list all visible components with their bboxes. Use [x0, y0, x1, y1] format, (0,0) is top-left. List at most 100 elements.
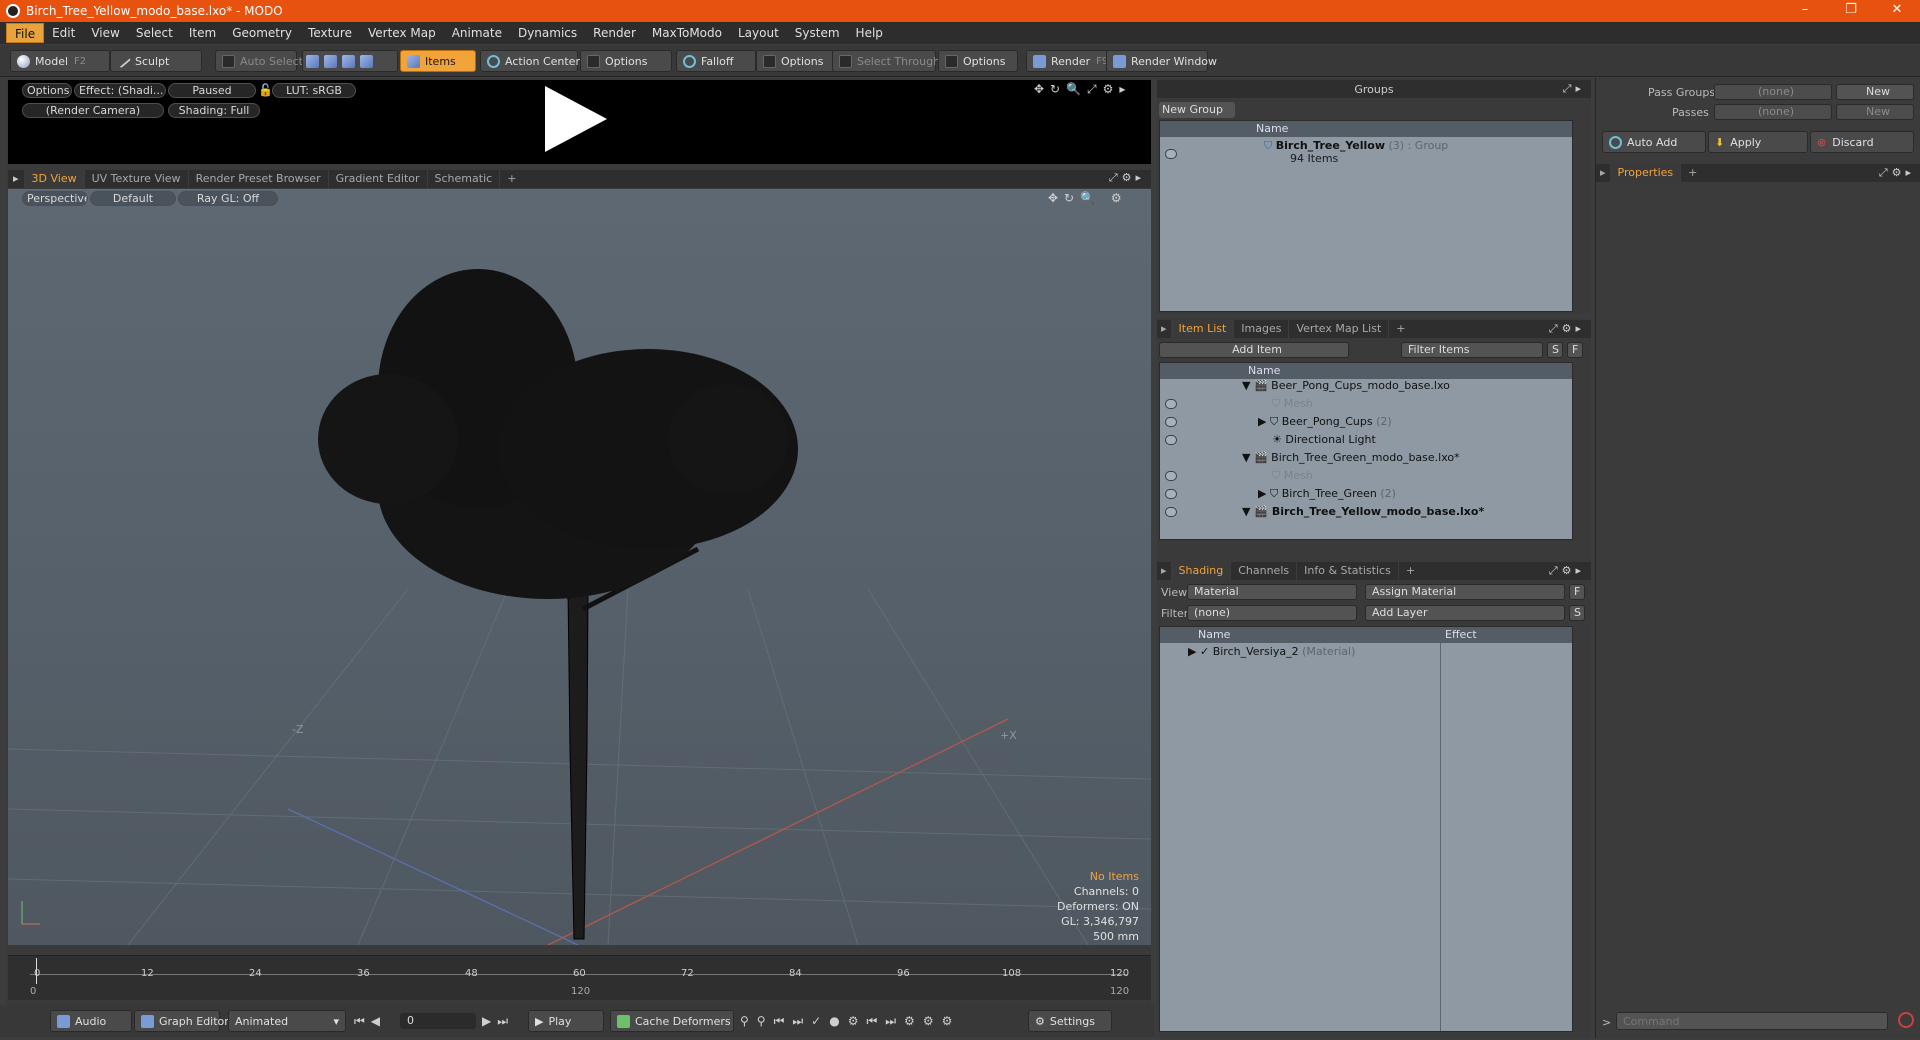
shading-f-button[interactable]: F: [1569, 584, 1585, 600]
menu-texture[interactable]: Texture: [300, 23, 360, 43]
menu-edit[interactable]: Edit: [44, 23, 83, 43]
add-item-dropdown[interactable]: Add Item: [1159, 342, 1349, 358]
menu-vertex-map[interactable]: Vertex Map: [360, 23, 444, 43]
item-row-scene[interactable]: ▼ 🎬 Birch_Tree_Green_modo_base.lxo*: [1242, 451, 1460, 469]
menu-dynamics[interactable]: Dynamics: [510, 23, 585, 43]
item-row-light[interactable]: ☀ Directional Light: [1272, 433, 1376, 451]
preview-options-button[interactable]: Options: [22, 83, 72, 98]
add-layer-dropdown[interactable]: Add Layer: [1365, 605, 1565, 621]
new-pass-group-button[interactable]: New: [1836, 84, 1914, 100]
itemlist-options-icons[interactable]: ⤢⚙▸: [1549, 322, 1585, 336]
menu-file[interactable]: File: [6, 23, 45, 43]
apply-button[interactable]: ⬇ Apply: [1708, 131, 1808, 153]
perspective-dropdown[interactable]: Perspective: [22, 191, 88, 206]
filter-items-field[interactable]: Filter Items: [1401, 342, 1543, 358]
close-button[interactable]: ✕: [1874, 0, 1920, 22]
groups-options-icons[interactable]: ⤢▸: [1563, 82, 1585, 96]
groups-list[interactable]: Name ⛉ Birch_Tree_Yellow (3) : Group 94 …: [1159, 120, 1573, 312]
animated-dropdown[interactable]: Animated ▾: [228, 1010, 346, 1032]
auto-select-button[interactable]: Auto Select: [215, 50, 303, 72]
action-center-options-button[interactable]: Options: [580, 50, 672, 72]
action-center-button[interactable]: Action Center: [480, 50, 580, 72]
material-row[interactable]: ▶ ✓ Birch_Versiya_2 (Material): [1188, 645, 1355, 663]
item-visibility-eye-icon[interactable]: [1165, 507, 1177, 517]
pass-groups-dropdown[interactable]: (none): [1714, 84, 1832, 100]
pane-options-icons[interactable]: ⤢⚙▸: [1109, 171, 1145, 185]
item-visibility-eye-icon[interactable]: [1165, 489, 1177, 499]
filter-dropdown[interactable]: (none): [1187, 605, 1357, 621]
add-tab-button[interactable]: +: [1681, 164, 1704, 182]
item-f-button[interactable]: F: [1567, 342, 1583, 358]
tab-info-statistics[interactable]: Info & Statistics: [1297, 562, 1399, 580]
restore-button[interactable]: ❐: [1828, 0, 1874, 22]
add-tab-button[interactable]: +: [500, 170, 523, 188]
tab-3d-view[interactable]: 3D View: [24, 170, 85, 188]
play-button[interactable]: ▶ Play: [528, 1010, 604, 1032]
skip-start-prev-icons[interactable]: ⏮◀: [354, 1014, 386, 1029]
next-skip-end-icons[interactable]: ▶⏭: [482, 1014, 514, 1029]
falloff-options-button[interactable]: Options: [756, 50, 836, 72]
menu-geometry[interactable]: Geometry: [224, 23, 300, 43]
viewport-nav-icons[interactable]: ✥↻🔍 ⚙: [1048, 191, 1128, 205]
cache-deformers-button[interactable]: Cache Deformers: [610, 1010, 734, 1032]
tab-schematic[interactable]: Schematic: [428, 170, 501, 188]
audio-button[interactable]: Audio: [50, 1010, 132, 1032]
lock-icon[interactable]: 🔓: [258, 83, 273, 97]
item-visibility-eye-icon[interactable]: [1165, 417, 1177, 427]
menu-layout[interactable]: Layout: [730, 23, 787, 43]
preview-paused-toggle[interactable]: Paused: [168, 83, 256, 98]
render-button[interactable]: Render F9: [1026, 50, 1108, 72]
add-tab-button[interactable]: +: [1399, 562, 1422, 580]
3d-viewport[interactable]: Perspective Default Ray GL: Off ✥↻🔍 ⚙ -Z…: [8, 189, 1151, 945]
tab-item-list[interactable]: Item List: [1171, 320, 1235, 338]
new-pass-button[interactable]: New: [1836, 104, 1914, 120]
falloff-button[interactable]: Falloff: [676, 50, 756, 72]
selection-mode-buttons[interactable]: [302, 50, 398, 72]
keyframe-tool-icons[interactable]: ⚲⚲⏮⏭✓●⚙⏮⏭⚙⚙⚙: [740, 1014, 960, 1029]
tab-gradient-editor[interactable]: Gradient Editor: [329, 170, 428, 188]
item-visibility-eye-icon[interactable]: [1165, 435, 1177, 445]
item-row-mesh[interactable]: ⛉ Mesh: [1272, 469, 1313, 487]
sculpt-button[interactable]: Sculpt: [110, 50, 202, 72]
tab-properties[interactable]: Properties: [1610, 164, 1682, 182]
preview-nav-icons[interactable]: ✥↻🔍⤢⚙▸: [1034, 82, 1131, 97]
passes-dropdown[interactable]: (none): [1714, 104, 1832, 120]
item-row-mesh[interactable]: ⛉ Mesh: [1272, 397, 1313, 415]
new-group-button[interactable]: New Group: [1159, 102, 1235, 118]
select-through-button[interactable]: Select Through: [832, 50, 940, 72]
shader-tree[interactable]: Name Effect ▶ ✓ Birch_Versiya_2 (Materia…: [1159, 626, 1573, 1032]
default-style-dropdown[interactable]: Default: [90, 191, 176, 206]
menu-view[interactable]: View: [83, 23, 127, 43]
menu-render[interactable]: Render: [585, 23, 644, 43]
timeline[interactable]: 0 12 24 36 48 60 72 84 96 108 120 0 120 …: [8, 955, 1151, 1000]
item-row-group[interactable]: ▶ ⛉ Beer_Pong_Cups (2): [1258, 415, 1392, 433]
command-input[interactable]: [1616, 1012, 1888, 1030]
menu-animate[interactable]: Animate: [444, 23, 510, 43]
shading-dropdown[interactable]: Shading: Full: [168, 103, 260, 118]
tab-vertex-map-list[interactable]: Vertex Map List: [1289, 320, 1390, 338]
item-row-scene-active[interactable]: ▼ 🎬 Birch_Tree_Yellow_modo_base.lxo*: [1242, 505, 1484, 523]
shading-options-icons[interactable]: ⤢⚙▸: [1549, 564, 1585, 578]
view-dropdown[interactable]: Material: [1187, 584, 1357, 600]
render-window-button[interactable]: Render Window: [1106, 50, 1217, 72]
group-visibility-eye-icon[interactable]: [1165, 149, 1177, 159]
item-s-button[interactable]: S: [1547, 342, 1563, 358]
command-stop-icon[interactable]: [1898, 1012, 1914, 1028]
tab-images[interactable]: Images: [1234, 320, 1290, 338]
select-through-options-button[interactable]: Options: [938, 50, 1018, 72]
model-button[interactable]: Model F2: [10, 50, 110, 72]
tab-uv-texture-view[interactable]: UV Texture View: [85, 170, 189, 188]
minimize-button[interactable]: –: [1782, 0, 1828, 22]
auto-add-button[interactable]: Auto Add: [1602, 131, 1706, 153]
lut-dropdown[interactable]: LUT: sRGB: [272, 83, 356, 98]
ray-gl-toggle[interactable]: Ray GL: Off: [178, 191, 278, 206]
items-mode-button[interactable]: Items: [400, 50, 476, 72]
graph-editor-button[interactable]: Graph Editor: [134, 1010, 229, 1032]
add-tab-button[interactable]: +: [1389, 320, 1412, 338]
item-list-tree[interactable]: Name ▼ 🎬 Beer_Pong_Cups_modo_base.lxo ⛉ …: [1159, 362, 1573, 540]
discard-button[interactable]: ⊗ Discard: [1810, 131, 1914, 153]
item-row-group[interactable]: ▶ ⛉ Birch_Tree_Green (2): [1258, 487, 1396, 505]
settings-button[interactable]: ⚙ Settings: [1028, 1010, 1112, 1032]
tab-shading[interactable]: Shading: [1171, 562, 1232, 580]
play-icon[interactable]: [545, 86, 607, 152]
